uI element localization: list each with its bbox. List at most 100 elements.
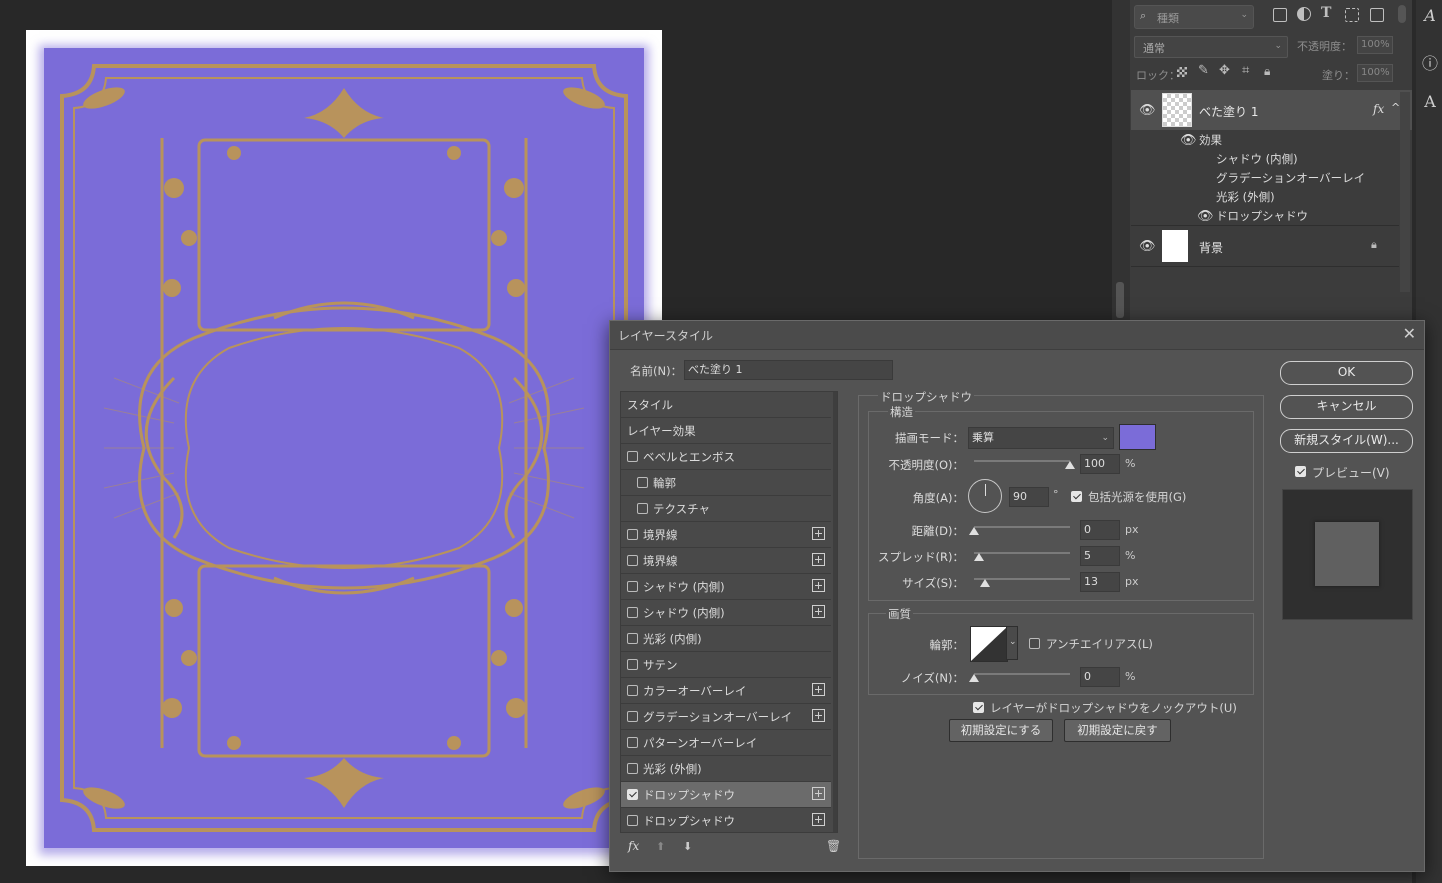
add-effect-icon[interactable]	[812, 553, 825, 566]
fx-item-contour[interactable]: 輪郭	[621, 470, 831, 496]
scrollbar-thumb[interactable]	[1116, 282, 1124, 318]
lock-position-icon[interactable]: ✥	[1219, 63, 1230, 78]
fx-checkbox[interactable]	[627, 711, 638, 722]
layer-name[interactable]: べた塗り 1	[1199, 103, 1258, 120]
shape-layer-filter-icon[interactable]	[1345, 8, 1359, 22]
close-icon[interactable]: ✕	[1403, 324, 1416, 343]
fx-checkbox[interactable]	[627, 763, 638, 774]
fx-checkbox[interactable]	[627, 815, 638, 826]
fx-item-drop-shadow[interactable]: ドロップシャドウ	[621, 808, 831, 832]
fx-item-inner-shadow[interactable]: シャドウ (内側)	[621, 600, 831, 626]
global-light-checkbox[interactable]	[1071, 491, 1082, 502]
spread-slider-track[interactable]	[974, 552, 1070, 554]
noise-slider-thumb[interactable]	[969, 674, 979, 682]
fx-item-stroke[interactable]: 境界線	[621, 548, 831, 574]
spread-slider-thumb[interactable]	[974, 553, 984, 561]
effect-item[interactable]: 光彩 (外側)	[1216, 189, 1275, 205]
new-style-button[interactable]: 新規スタイル(W)...	[1280, 429, 1413, 453]
angle-dial[interactable]	[968, 479, 1002, 513]
layer-row-background[interactable]: 👁︎ 背景 🔒︎	[1131, 226, 1412, 266]
size-slider-thumb[interactable]	[980, 579, 990, 587]
fx-item-drop-shadow[interactable]: ドロップシャドウ	[621, 782, 831, 808]
reset-default-button[interactable]: 初期設定に戻す	[1064, 719, 1171, 742]
ok-button[interactable]: OK	[1280, 361, 1413, 385]
fx-item-pattern-overlay[interactable]: パターンオーバーレイ	[621, 730, 831, 756]
move-down-icon[interactable]: ⬇	[683, 840, 692, 853]
spread-input[interactable]: 5	[1080, 546, 1120, 566]
fx-badge-icon[interactable]: fx	[1373, 102, 1384, 116]
noise-slider-track[interactable]	[974, 673, 1070, 675]
name-input[interactable]: べた塗り 1	[684, 360, 893, 380]
effect-item[interactable]: ドロップシャドウ	[1216, 208, 1308, 224]
make-default-button[interactable]: 初期設定にする	[949, 719, 1053, 742]
add-effect-icon[interactable]	[812, 813, 825, 826]
character-panel-icon[interactable]: A	[1420, 6, 1440, 28]
contour-picker[interactable]	[970, 626, 1008, 662]
delete-effect-icon[interactable]: 🗑︎	[826, 839, 841, 853]
antialias-checkbox[interactable]	[1029, 638, 1040, 649]
cancel-button[interactable]: キャンセル	[1280, 395, 1413, 419]
opacity-input[interactable]: 100%	[1357, 36, 1393, 54]
angle-input[interactable]: 90	[1009, 487, 1049, 507]
add-effect-icon[interactable]	[812, 709, 825, 722]
add-effect-icon[interactable]	[812, 605, 825, 618]
effects-label[interactable]: 効果	[1199, 132, 1222, 148]
fx-checkbox[interactable]	[627, 451, 638, 462]
fx-item-blending-options[interactable]: レイヤー効果	[621, 418, 831, 444]
lock-all-icon[interactable]: 🔒︎	[1264, 64, 1270, 79]
fx-checkbox[interactable]	[627, 659, 638, 670]
fx-item-outer-glow[interactable]: 光彩 (外側)	[621, 756, 831, 782]
pixel-layer-filter-icon[interactable]	[1273, 8, 1287, 22]
distance-slider-track[interactable]	[974, 526, 1070, 528]
opacity-slider-track[interactable]	[974, 460, 1070, 462]
dialog-titlebar[interactable]	[610, 321, 1424, 350]
fx-checkbox[interactable]	[627, 633, 638, 644]
blend-mode-select[interactable]: 通常 ⌄	[1134, 36, 1288, 58]
opacity-slider-thumb[interactable]	[1065, 461, 1075, 469]
fx-checkbox[interactable]	[627, 529, 638, 540]
fx-item-inner-glow[interactable]: 光彩 (内側)	[621, 626, 831, 652]
layer-row-fill[interactable]: 👁︎ べた塗り 1 fx ^	[1131, 90, 1412, 130]
distance-input[interactable]: 0	[1080, 520, 1120, 540]
fx-checkbox[interactable]	[627, 607, 638, 618]
effect-item[interactable]: グラデーションオーバーレイ	[1216, 170, 1365, 186]
add-effect-icon[interactable]	[812, 787, 825, 800]
fx-checkbox[interactable]	[637, 477, 648, 488]
paragraph-panel-icon[interactable]: A	[1420, 92, 1440, 114]
visibility-eye-icon[interactable]: 👁︎	[1197, 210, 1214, 224]
lock-image-pixels-icon[interactable]: ✎	[1198, 63, 1209, 78]
noise-input[interactable]: 0	[1080, 667, 1120, 687]
opacity-input[interactable]: 100	[1080, 454, 1120, 474]
fx-checkbox[interactable]	[627, 737, 638, 748]
fx-item-inner-shadow[interactable]: シャドウ (内側)	[621, 574, 831, 600]
filter-toggle[interactable]	[1398, 5, 1406, 23]
contour-dropdown[interactable]: ⌄	[1006, 626, 1018, 660]
fx-checkbox[interactable]	[627, 581, 638, 592]
canvas-vertical-scrollbar[interactable]	[1112, 0, 1130, 320]
fx-checkbox[interactable]	[627, 685, 638, 696]
layer-filter-dropdown[interactable]: ⌕ 種類 ⌄	[1134, 5, 1254, 29]
fx-checkbox[interactable]	[627, 555, 638, 566]
list-scrollbar[interactable]	[833, 392, 837, 832]
visibility-eye-icon[interactable]: 👁︎	[1139, 240, 1156, 254]
fx-item-stroke[interactable]: 境界線	[621, 522, 831, 548]
add-style-fx-icon[interactable]: fx	[628, 839, 639, 853]
fx-checkbox[interactable]	[637, 503, 648, 514]
fx-item-satin[interactable]: サテン	[621, 652, 831, 678]
preview-checkbox[interactable]	[1295, 466, 1306, 477]
shadow-color-swatch[interactable]	[1119, 424, 1156, 450]
size-input[interactable]: 13	[1080, 572, 1120, 592]
visibility-eye-icon[interactable]: 👁︎	[1139, 104, 1156, 118]
blend-mode-select[interactable]: 乗算 ⌄	[968, 427, 1114, 449]
type-layer-filter-icon[interactable]: T	[1321, 5, 1331, 21]
layer-name[interactable]: 背景	[1199, 239, 1223, 256]
add-effect-icon[interactable]	[812, 527, 825, 540]
fill-input[interactable]: 100%	[1357, 64, 1393, 82]
move-up-icon[interactable]: ⬆	[656, 840, 665, 853]
distance-slider-thumb[interactable]	[969, 527, 979, 535]
effect-item[interactable]: シャドウ (内側)	[1216, 151, 1298, 167]
fx-item-texture[interactable]: テクスチャ	[621, 496, 831, 522]
smart-object-filter-icon[interactable]	[1370, 8, 1384, 22]
adjustment-layer-filter-icon[interactable]	[1297, 7, 1311, 21]
lock-transparent-pixels-icon[interactable]	[1177, 67, 1187, 77]
